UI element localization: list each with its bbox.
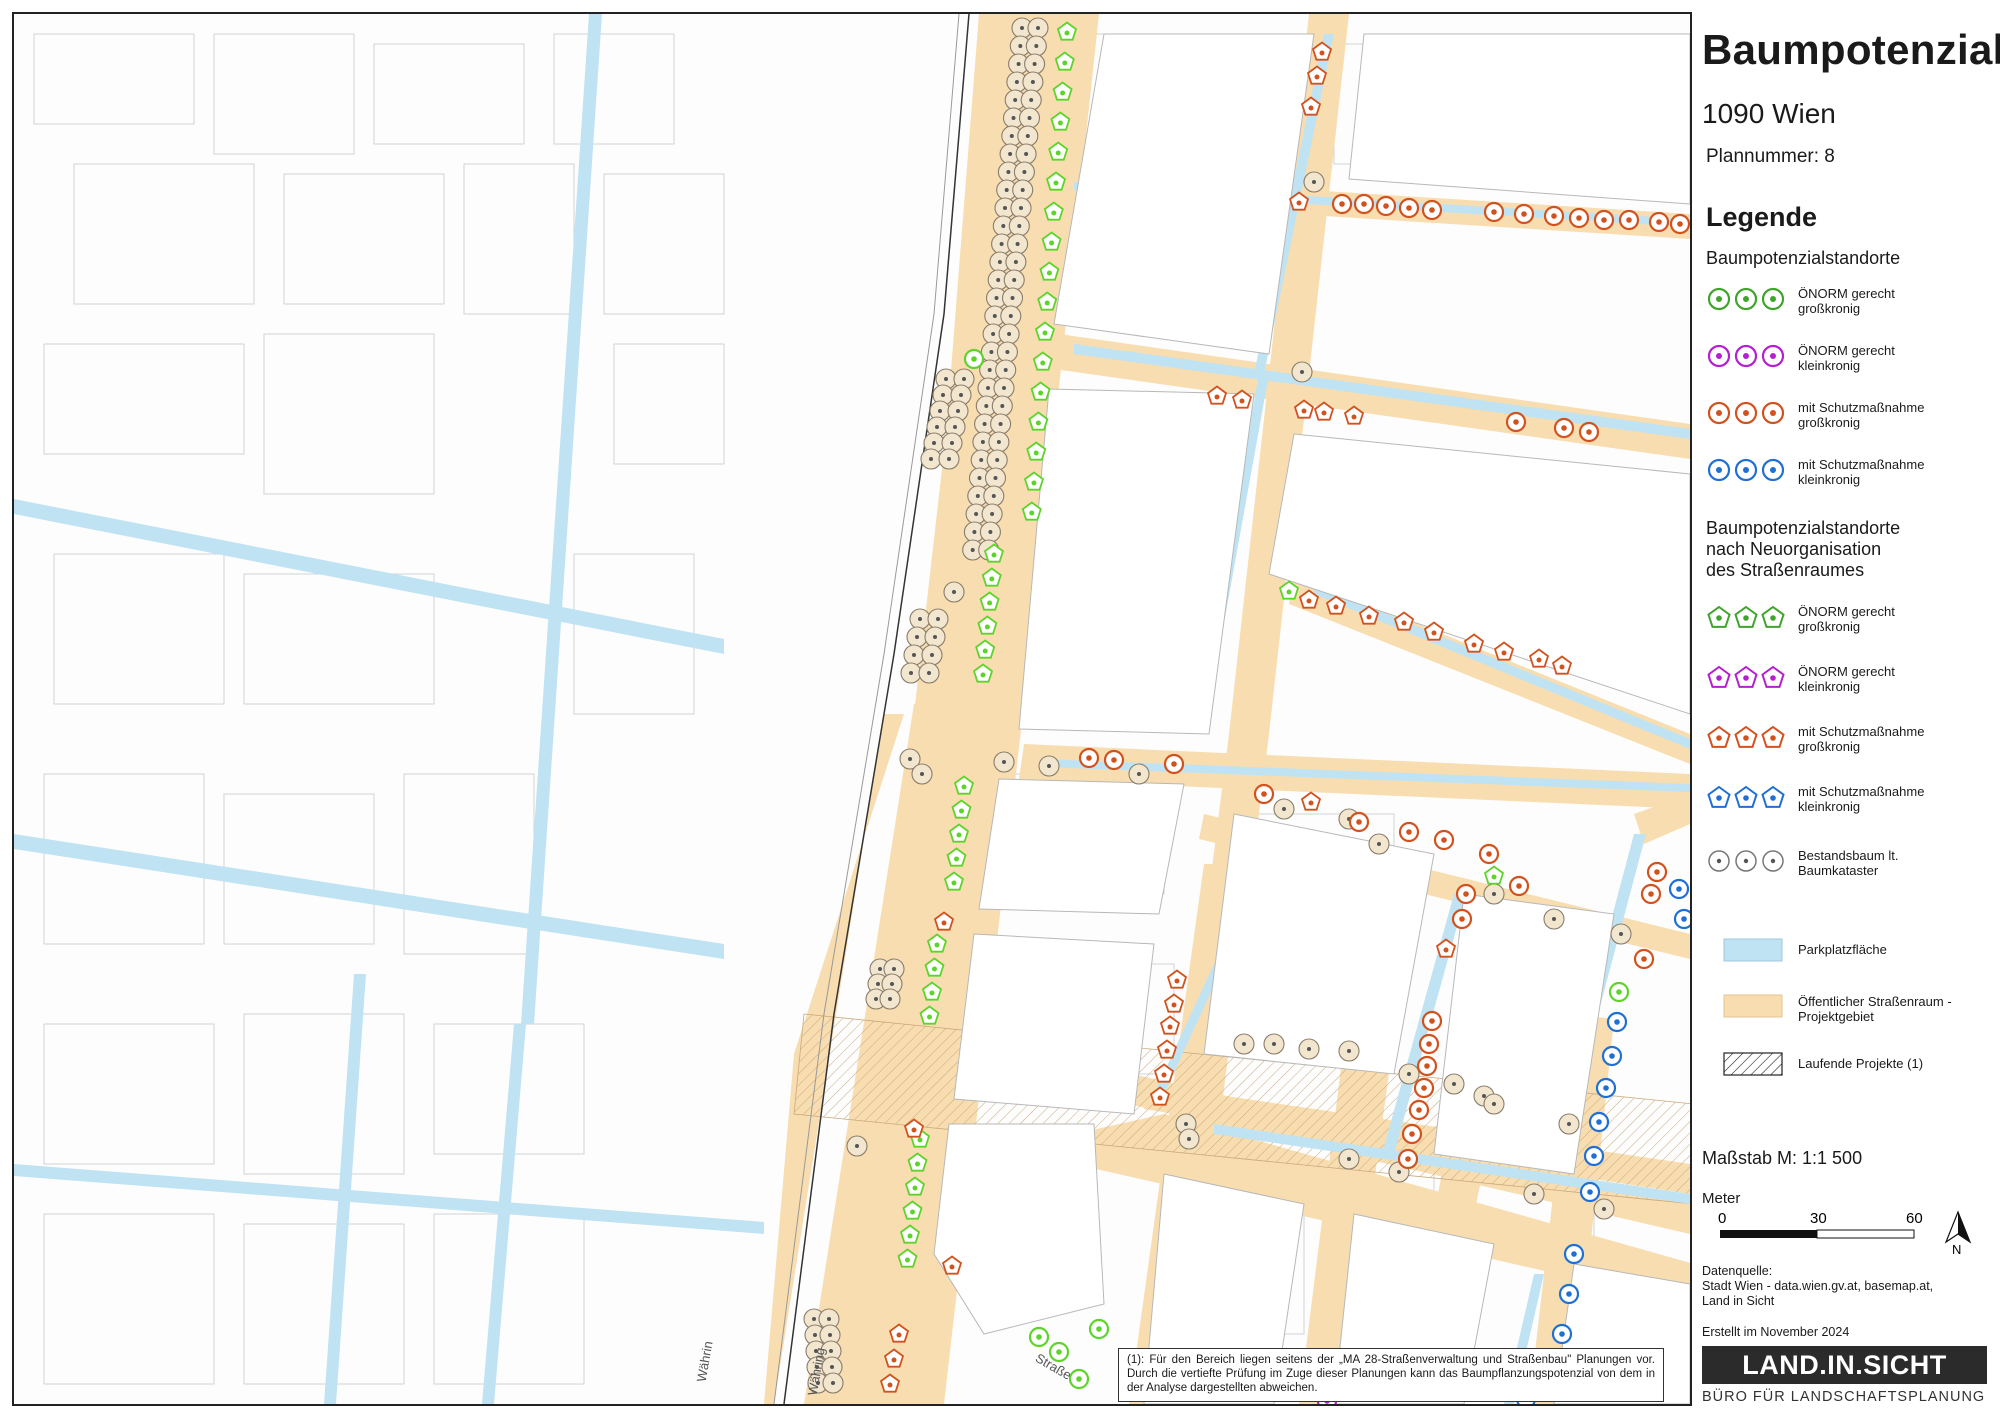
data-source: Datenquelle: Stadt Wien - data.wien.gv.a… — [1702, 1264, 1992, 1309]
circle-symbol-icon — [1707, 401, 1785, 425]
legend-parking: Parkplatzfläche — [1706, 936, 1996, 976]
legend-p-blue-line-2: kleinkronig — [1798, 799, 1861, 814]
legend-c-green-line-2: großkronig — [1798, 301, 1861, 316]
legend-projects: Laufende Projekte (1) — [1706, 1050, 1996, 1090]
projects-label: Laufende Projekte (1) — [1798, 1056, 1924, 1071]
legend-p-orange-line-1: mit Schutzmaßnahme — [1798, 724, 1925, 739]
scale-tick-60: 60 — [1906, 1210, 1923, 1227]
company-subtitle: BÜRO FÜR LANDSCHAFTSPLANUNG — [1702, 1389, 1986, 1405]
footnote-box: (1): Für den Bereich liegen seitens der … — [1118, 1348, 1664, 1402]
map-frame[interactable]: Währin Währing Straße (1): Für den Berei… — [12, 12, 1692, 1406]
pentagon-symbol-icon — [1707, 785, 1785, 808]
source-line-2: Stadt Wien - data.wien.gv.at, basemap.at… — [1702, 1279, 1934, 1293]
legend-panel: Baumpotenzial 1090 Wien Plannummer: 8 Le… — [1700, 12, 2000, 1405]
legend-c-purple-line-2: kleinkronig — [1798, 358, 1861, 373]
legend-section-2-line-1: Baumpotenzialstandorte — [1706, 518, 1901, 538]
parking-swatch — [1723, 938, 1783, 962]
scale-tick-0: 0 — [1718, 1210, 1726, 1227]
scale-bar-graphic: 0 30 60 N — [1718, 1210, 1972, 1257]
plan-number: Plannummer: 8 — [1706, 146, 1835, 167]
street-space-line-1: Öffentlicher Straßenraum - — [1798, 994, 1952, 1009]
legend-c-green-line-1: ÖNORM gerecht — [1798, 286, 1895, 301]
scale-unit: Meter — [1702, 1190, 1741, 1207]
parking-label: Parkplatzfläche — [1798, 942, 1887, 957]
legend-c-blue: mit Schutzmaßnahme kleinkronig — [1706, 455, 1996, 495]
legend-c-blue-line-2: kleinkronig — [1798, 472, 1861, 487]
map-canvas[interactable] — [14, 14, 1690, 1404]
legend-c-blue-line-1: mit Schutzmaßnahme — [1798, 457, 1925, 472]
existing-tree-icon — [1708, 850, 1784, 872]
legend-p-blue-line-1: mit Schutzmaßnahme — [1798, 784, 1925, 799]
legend-section-2: Baumpotenzialstandorte nach Neuorganisat… — [1706, 518, 1900, 581]
legend-p-purple-line-1: ÖNORM gerecht — [1798, 664, 1895, 679]
scale-text: Maßstab M: 1:1 500 — [1702, 1148, 1863, 1168]
legend-p-orange-line-2: großkronig — [1798, 739, 1861, 754]
legend-section-2-line-3: des Straßenraumes — [1706, 560, 1865, 580]
legend-c-orange-line-1: mit Schutzmaßnahme — [1798, 400, 1925, 415]
legend-c-orange-line-2: großkronig — [1798, 415, 1861, 430]
pentagon-symbol-icon — [1707, 725, 1785, 748]
existing-line-1: Bestandsbaum lt. — [1798, 848, 1899, 863]
legend-street-space: Öffentlicher Straßenraum - Projektgebiet — [1706, 992, 1996, 1032]
legend-p-green-line-2: großkronig — [1798, 619, 1861, 634]
legend-section-2-line-2: nach Neuorganisation — [1706, 539, 1882, 559]
circle-symbol-icon — [1707, 344, 1785, 368]
pentagon-symbol-icon — [1707, 605, 1785, 628]
legend-p-green-line-1: ÖNORM gerecht — [1798, 604, 1895, 619]
legend-p-purple-line-2: kleinkronig — [1798, 679, 1861, 694]
legend-c-orange: mit Schutzmaßnahme großkronig — [1706, 398, 1996, 438]
source-line-3: Land in Sicht — [1702, 1294, 1775, 1308]
pentagon-symbol-icon — [1707, 665, 1785, 688]
projects-swatch — [1723, 1052, 1783, 1076]
source-line-1: Datenquelle: — [1702, 1264, 1773, 1278]
circle-symbol-icon — [1707, 287, 1785, 311]
legend-heading: Legende — [1706, 202, 1818, 232]
legend-p-blue: mit Schutzmaßnahme kleinkronig — [1706, 782, 1996, 822]
legend-p-orange: mit Schutzmaßnahme großkronig — [1706, 722, 1996, 762]
existing-line-2: Baumkataster — [1798, 863, 1879, 878]
map-title: Baumpotenzial — [1702, 26, 2000, 73]
scale-bar: 0 30 60 N — [1718, 1210, 1988, 1261]
north-label: N — [1952, 1242, 1961, 1256]
circle-symbol-icon — [1707, 458, 1785, 482]
legend-c-green: ÖNORM gerecht großkronig — [1706, 284, 1996, 324]
legend-c-purple-line-1: ÖNORM gerecht — [1798, 343, 1895, 358]
scale-tick-30: 30 — [1810, 1210, 1827, 1227]
street-space-line-2: Projektgebiet — [1798, 1009, 1874, 1024]
legend-c-purple: ÖNORM gerecht kleinkronig — [1706, 341, 1996, 381]
legend-p-purple: ÖNORM gerecht kleinkronig — [1706, 662, 1996, 702]
legend-section-1: Baumpotenzialstandorte — [1706, 248, 1901, 268]
created-date: Erstellt im November 2024 — [1702, 1325, 1850, 1339]
street-space-swatch — [1723, 994, 1783, 1018]
parking-left — [14, 14, 764, 1404]
map-subtitle: 1090 Wien — [1702, 98, 1836, 129]
legend-existing-tree: Bestandsbaum lt. Baumkataster — [1706, 846, 1996, 886]
company-logo: LAND.IN.SICHT — [1702, 1346, 1987, 1384]
legend-p-green: ÖNORM gerecht großkronig — [1706, 602, 1996, 642]
